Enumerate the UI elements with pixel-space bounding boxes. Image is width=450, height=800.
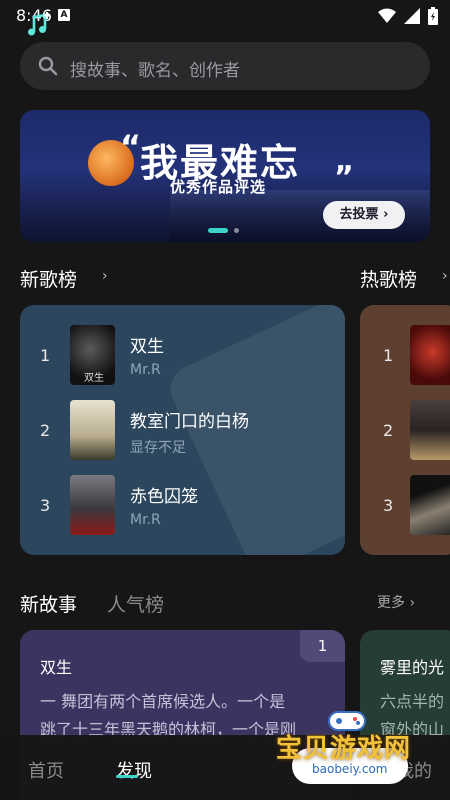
song-artist: Mr.R [130,512,161,528]
song-cover: 双生 [70,325,115,385]
song-row[interactable]: 3 赤色囚笼 Mr.R [20,475,345,539]
pagination-dot [234,228,239,233]
song-cover [70,400,115,460]
song-row[interactable]: 1 双生 双生 Mr.R [20,325,345,389]
tab-new-stories[interactable]: 新故事 [20,590,77,617]
song-cover[interactable] [410,325,450,385]
wifi-icon [378,8,396,23]
watermark-domain: baobeiy.com [312,762,388,776]
story-rank-badge: 1 [300,630,345,662]
story-excerpt: 一 舞团有两个首席候选人。一个是 [40,692,286,711]
search-icon [38,56,58,76]
song-row[interactable]: 2 教室门口的白杨 显存不足 [20,400,345,464]
banner-pagination [208,228,239,233]
song-artist: 显存不足 [130,440,186,456]
cover-text: 双生 [84,373,104,384]
song-rank: 1 [383,346,394,365]
music-note-icon [28,12,51,36]
story-title: 雾里的光 [380,658,445,677]
app-notification-icon: A [58,9,70,21]
more-link[interactable]: 更多 › [377,592,415,612]
hot-songs-chevron-icon[interactable]: › [442,268,448,284]
nav-discover[interactable]: 发现 [116,757,152,783]
promo-banner[interactable]: “ 我最难忘 ” 优秀作品评选 去投票 › [20,110,430,242]
song-cover[interactable] [410,400,450,460]
watermark: 宝贝游戏网 baobeiy.com [272,708,422,788]
new-songs-card[interactable]: 1 双生 双生 Mr.R 2 教室门口的白杨 显存不足 3 赤色囚笼 Mr.R [20,305,345,555]
song-cover [70,475,115,535]
song-rank: 3 [40,496,51,515]
hot-songs-title[interactable]: 热歌榜 [360,265,417,292]
pagination-dot-active [208,228,228,233]
song-title: 教室门口的白杨 [130,412,249,432]
watermark-brand: 宝贝游戏网 [276,734,412,764]
banner-close-quote: ” [334,160,354,195]
vote-button[interactable]: 去投票 › [323,201,405,229]
new-songs-chevron-icon[interactable]: › [102,268,108,284]
banner-open-quote: “ [120,128,142,166]
status-icons [378,7,438,25]
search-placeholder: 搜故事、歌名、创作者 [70,61,240,81]
song-rank: 3 [383,496,394,515]
tab-popular[interactable]: 人气榜 [107,590,164,617]
new-songs-title[interactable]: 新歌榜 [20,265,77,292]
song-artist: Mr.R [130,362,161,378]
status-bar: 8:46 A [0,0,450,32]
battery-icon [428,7,438,25]
song-cover[interactable] [410,475,450,535]
search-bar[interactable]: 搜故事、歌名、创作者 [20,42,430,90]
nav-active-indicator [116,775,138,778]
song-rank: 1 [40,346,51,365]
song-rank: 2 [383,421,394,440]
song-rank: 2 [40,421,51,440]
song-title: 赤色囚笼 [130,487,198,507]
story-title: 双生 [40,658,73,677]
hot-songs-card[interactable]: 1 2 3 [360,305,450,555]
signal-icon [404,8,420,24]
song-title: 双生 [130,337,164,357]
banner-subtitle: 优秀作品评选 [170,178,267,196]
nav-home[interactable]: 首页 [28,757,64,783]
